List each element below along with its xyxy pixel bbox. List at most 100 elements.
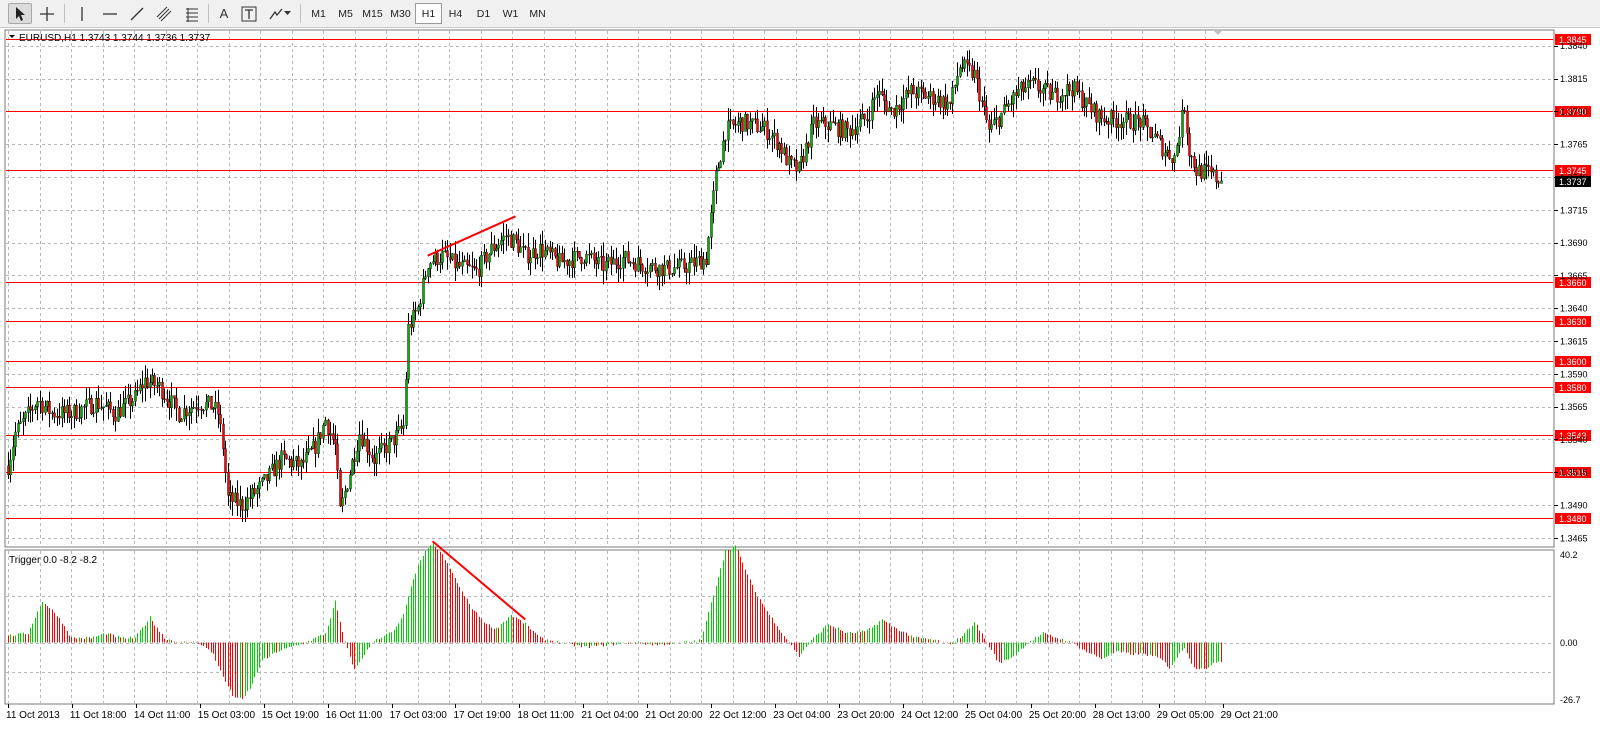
candle-body [678, 259, 681, 268]
timeframe-m30[interactable]: M30 [387, 3, 414, 24]
candle-body [102, 406, 105, 408]
candle-body [734, 124, 737, 126]
candle-body [439, 262, 442, 266]
candle-body [344, 490, 347, 498]
candle-body [715, 170, 718, 191]
candle-body [251, 488, 254, 499]
candle-body [1156, 133, 1159, 136]
candle-body [188, 412, 191, 417]
candle-body [1105, 121, 1108, 123]
candle-body [1042, 88, 1045, 94]
candle-body [141, 384, 144, 389]
candle-body [773, 132, 776, 137]
level-price-label: 1.3630 [1559, 317, 1587, 327]
chevron-down-icon [283, 11, 291, 15]
equidistant-channel-tool-button[interactable] [152, 3, 176, 24]
candle-body [317, 432, 320, 454]
timeframe-h4[interactable]: H4 [442, 3, 469, 24]
text-label-tool-button[interactable] [238, 3, 260, 24]
indicator-axis-label: -26.7 [1560, 695, 1581, 705]
candle-body [339, 470, 342, 507]
candle-body [1015, 92, 1018, 96]
level-price-label: 1.3480 [1559, 514, 1587, 524]
candle-body [915, 93, 918, 99]
timeframe-m15[interactable]: M15 [359, 3, 386, 24]
vertical-line-tool-button[interactable] [70, 3, 94, 24]
candle-body [1120, 124, 1123, 129]
candle-body [790, 155, 793, 160]
candle-body [558, 252, 561, 267]
candle-body [756, 118, 759, 133]
text-label-icon [241, 6, 257, 21]
candle-body [541, 243, 544, 258]
candle-body [722, 140, 725, 162]
timeframe-h1[interactable]: H1 [415, 3, 442, 24]
chart-window[interactable]: 1.38451.37901.37451.36601.36301.36001.35… [0, 28, 1600, 730]
trendline-tool-button[interactable] [125, 3, 149, 24]
candle-body [863, 113, 866, 120]
timeframe-m1[interactable]: M1 [305, 3, 332, 24]
text-tool-button[interactable]: A [213, 3, 235, 24]
candle-body [1027, 79, 1030, 88]
candle-body [968, 62, 971, 66]
candle-body [1088, 97, 1091, 105]
candle-body [41, 400, 44, 413]
candle-body [44, 406, 47, 413]
candle-body [507, 234, 510, 237]
cursor-tool-button[interactable] [8, 3, 32, 24]
candle-body [1122, 121, 1125, 129]
candle-body [475, 267, 478, 270]
candle-body [1017, 88, 1020, 96]
candle-body [1007, 103, 1010, 107]
candle-body [851, 129, 854, 136]
candle-body [907, 89, 910, 95]
timeframe-d1[interactable]: D1 [470, 3, 497, 24]
candle-body [405, 379, 408, 426]
horizontal-line-tool-button[interactable] [98, 3, 122, 24]
shapes-dropdown-button[interactable] [264, 3, 294, 24]
candle-body [271, 463, 274, 469]
candle-body [939, 95, 942, 108]
candle-body [322, 424, 325, 439]
candle-body [51, 412, 54, 415]
candle-body [593, 252, 596, 261]
candle-body [212, 407, 215, 410]
candle-body [990, 124, 993, 130]
timeframe-w1[interactable]: W1 [497, 3, 524, 24]
toolbar-separator [300, 4, 301, 23]
candle-body [480, 255, 483, 277]
timeframe-m5[interactable]: M5 [332, 3, 359, 24]
candle-body [761, 126, 764, 132]
candle-body [888, 107, 891, 112]
candle-body [602, 255, 605, 272]
candle-body [737, 121, 740, 126]
candle-body [959, 67, 962, 77]
candle-body [539, 243, 542, 258]
candle-body [795, 160, 798, 172]
candle-body [534, 248, 537, 259]
candle-body [307, 448, 310, 453]
fibonacci-tool-button[interactable] [180, 3, 204, 24]
candle-body [109, 401, 112, 410]
time-axis-label: 16 Oct 11:00 [326, 710, 383, 721]
candle-body [468, 264, 471, 267]
candle-body [607, 256, 610, 262]
candle-body [705, 258, 708, 265]
candle-body [332, 433, 335, 440]
crosshair-tool-button[interactable] [35, 3, 59, 24]
candle-body [949, 101, 952, 104]
candle-body [373, 457, 376, 464]
candle-body [131, 401, 134, 407]
candle-body [920, 86, 923, 89]
candle-body [622, 257, 625, 269]
candle-body [1178, 137, 1181, 146]
candle-body [1215, 169, 1218, 182]
candle-body [163, 398, 166, 401]
candle-body [683, 258, 686, 269]
candle-body [1127, 112, 1130, 115]
timeframe-mn[interactable]: MN [524, 3, 551, 24]
candle-body [356, 450, 359, 462]
price-axis-label: 1.3665 [1560, 271, 1588, 281]
candle-body [1176, 145, 1179, 156]
candle-body [85, 399, 88, 407]
